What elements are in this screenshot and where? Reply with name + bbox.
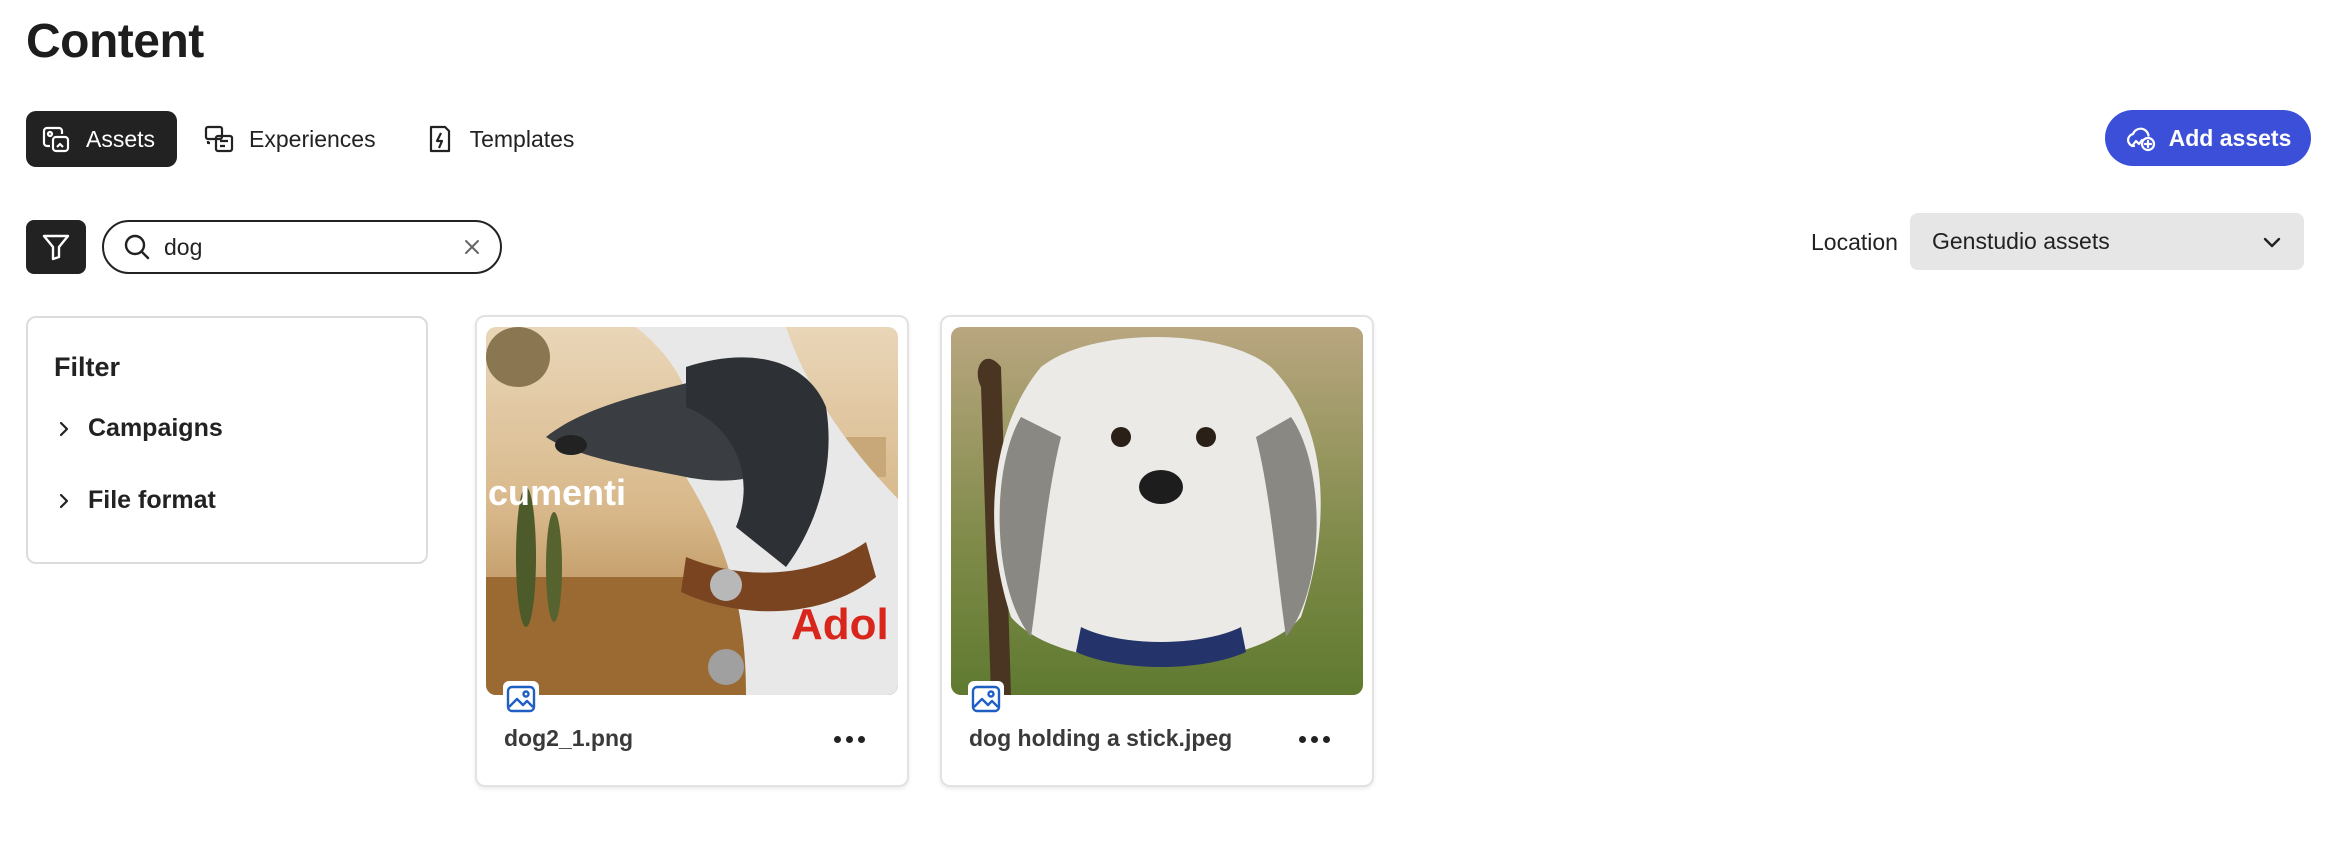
filter-panel: Filter Campaigns File format xyxy=(26,316,428,564)
cloud-upload-icon xyxy=(2126,127,2155,152)
filter-icon xyxy=(42,234,70,261)
search-input[interactable] xyxy=(164,233,460,261)
more-icon xyxy=(833,735,841,743)
more-icon xyxy=(857,735,865,743)
location-select[interactable]: Genstudio assets xyxy=(1910,213,2304,270)
page-title: Content xyxy=(26,15,204,68)
tab-label: Experiences xyxy=(249,125,376,152)
more-actions-button[interactable] xyxy=(829,727,869,751)
asset-card[interactable]: dog holding a stick.jpeg xyxy=(940,315,1374,787)
location-label: Location xyxy=(1811,229,1898,255)
filter-group-campaigns[interactable]: Campaigns xyxy=(54,414,223,443)
content-tabs: Assets Experiences Templates xyxy=(26,111,596,167)
chevron-right-icon xyxy=(59,421,69,436)
filter-toggle-button[interactable] xyxy=(26,220,86,274)
more-icon xyxy=(1322,735,1330,743)
svg-text:cumenti: cumenti xyxy=(488,472,626,513)
tab-label: Assets xyxy=(86,125,156,152)
asset-thumbnail[interactable] xyxy=(951,327,1363,695)
add-assets-label: Add assets xyxy=(2168,124,2292,151)
image-type-badge xyxy=(503,681,539,717)
assets-icon xyxy=(42,126,70,153)
more-actions-button[interactable] xyxy=(1294,727,1334,751)
dog-image xyxy=(951,327,1363,695)
filter-group-label: Campaigns xyxy=(88,414,223,442)
search-field[interactable] xyxy=(102,220,502,274)
experiences-icon xyxy=(204,125,234,153)
image-icon xyxy=(506,685,536,713)
more-icon xyxy=(1298,735,1306,743)
filter-group-label: File format xyxy=(88,486,216,514)
svg-text:Adol: Adol xyxy=(791,600,889,649)
asset-name: dog holding a stick.jpeg xyxy=(969,725,1233,751)
tab-experiences[interactable]: Experiences xyxy=(189,111,398,167)
filter-title: Filter xyxy=(54,352,121,382)
dog-image: cumenti Adol xyxy=(486,327,898,695)
asset-thumbnail[interactable]: cumenti Adol xyxy=(486,327,898,695)
more-icon xyxy=(1310,735,1318,743)
chevron-down-icon xyxy=(2263,237,2281,247)
chevron-right-icon xyxy=(59,493,69,508)
templates-icon xyxy=(429,125,450,153)
asset-card[interactable]: cumenti Adol dog2_1.png xyxy=(475,315,909,787)
filter-group-file-format[interactable]: File format xyxy=(54,486,216,515)
search-icon xyxy=(124,234,150,260)
more-icon xyxy=(845,735,853,743)
location-selected-value: Genstudio assets xyxy=(1932,228,2110,254)
add-assets-button[interactable]: Add assets xyxy=(2105,110,2311,166)
clear-search-button[interactable] xyxy=(460,233,484,261)
tab-templates[interactable]: Templates xyxy=(410,111,597,167)
close-icon xyxy=(465,240,479,254)
image-type-badge xyxy=(968,681,1004,717)
asset-name: dog2_1.png xyxy=(504,725,634,751)
tab-assets[interactable]: Assets xyxy=(26,111,178,167)
image-icon xyxy=(971,685,1001,713)
tab-label: Templates xyxy=(469,125,575,152)
